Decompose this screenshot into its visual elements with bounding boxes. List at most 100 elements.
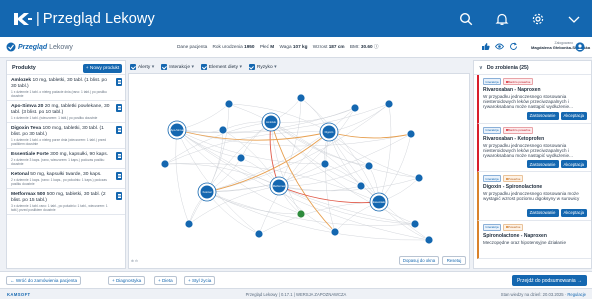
products-list: Amlozek 10 mg, tabletki, 30 tabl. (1 bli… [7,75,125,215]
accept-button[interactable]: Akceptacja [560,208,587,217]
graph-edge[interactable] [278,177,420,192]
alert-card[interactable]: Interakcja Poważne Spironolactone - Napro… [477,220,591,260]
graph-node[interactable] [236,153,246,163]
graph-edge[interactable] [164,163,280,187]
add-lifestyle-button[interactable]: + Styl życia [184,276,216,285]
filter-interactions[interactable]: Interakcje ▾ [161,64,194,70]
alert-card[interactable]: Interakcja Bardzo poważne Rivaroxaban - K… [477,123,591,173]
graph-node[interactable] [330,227,340,237]
notifications-button[interactable] [484,0,520,37]
fit-to-window-button[interactable]: Dopasuj do okna [399,256,439,265]
replace-button[interactable]: Zastosowanie [526,111,559,120]
graph-node[interactable] [364,161,374,171]
alert-type-badge: Interakcja [483,223,502,231]
document-icon[interactable] [116,192,122,200]
graph-node[interactable] [384,99,394,109]
product-item[interactable]: Ketonal 50 mg, kapsułki twarde, 30 kaps.… [7,169,125,189]
graph-node[interactable] [424,235,434,245]
eye-icon[interactable] [495,42,504,51]
footer: KAMSOFT Przegląd Lekowy | 0.17.1 | WERSJ… [0,288,592,299]
info-icon[interactable]: ⓘ [374,44,379,49]
alert-card[interactable]: Interakcja Bardzo poważne Rivaroxaban - N… [477,75,591,124]
graph-edge[interactable] [328,131,412,139]
alerts-header[interactable]: ∨ Do zrobienia (25) [474,61,591,75]
accept-button[interactable]: Akceptacja [560,160,587,169]
add-product-button[interactable]: + Nowy produkt [83,64,122,73]
product-item[interactable]: Metformax 500 500 mg, tabletki, 30 tabl.… [7,189,125,215]
graph-edge[interactable] [228,103,380,203]
document-icon[interactable] [116,126,122,134]
rules-link[interactable]: Regulacje [567,292,586,297]
graph-edge[interactable] [378,103,392,203]
drug-node-label: Digoxin [325,130,334,134]
graph-edge[interactable] [176,129,260,235]
alert-description: W przypadku jednoczesnego stosowania nie… [483,94,573,110]
graph-canvas[interactable]: Apo-Simva Amlozek Digoxin Ketonal Metformax E… [129,74,469,268]
search-button[interactable] [448,0,484,37]
product-item[interactable]: Amlozek 10 mg, tabletki, 30 tabl. (1 bli… [7,75,125,101]
filter-diet[interactable]: Element diety ▾ [200,64,242,70]
product-item[interactable]: Apo-Simva 20 20 mg, tabletki powlekane, … [7,101,125,123]
app-title: | Przegląd Lekowy [36,10,155,27]
back-to-order-button[interactable]: ← Wróć do zamówienia pacjenta [6,276,82,285]
replace-button[interactable]: Zastosowanie [526,208,559,217]
thumbs-up-icon[interactable] [481,42,490,51]
graph-edge[interactable] [278,165,370,187]
filter-alerts[interactable]: Alerty ▾ [130,64,154,70]
graph-edge[interactable] [270,107,356,123]
reset-button[interactable]: Resetuj [442,256,466,265]
graph-node[interactable] [356,181,366,191]
alert-card[interactable]: Interakcja Poważne Digoxin - Spironolacto… [477,172,591,221]
interaction-graph[interactable]: Apo-Simva Amlozek Digoxin Ketonal Metformax E… [128,73,470,269]
severity-badge: Poważne [503,223,523,231]
graph-edge[interactable] [325,131,336,233]
graph-node[interactable] [254,229,264,239]
graph-node[interactable] [406,129,416,139]
alerts-panel: ∨ Do zrobienia (25) Interakcja Bardzo powa… [473,60,592,269]
document-icon[interactable] [116,172,122,180]
graph-node[interactable] [414,173,424,183]
accept-button[interactable]: Akceptacja [560,111,587,120]
add-diagnosis-button[interactable]: + Diagnostyka [108,276,146,285]
settings-button[interactable] [520,0,556,37]
filter-risk[interactable]: Ryzyko ▾ [248,64,277,70]
graph-edge[interactable] [328,131,420,179]
document-icon[interactable] [116,78,122,86]
graph-node[interactable] [296,209,306,219]
brand-logo-icon [6,42,16,52]
product-item[interactable]: Digoxin Teva 100 mcg, tabletki, 30 tabl.… [7,123,125,149]
drug-node-label: Metformax [273,184,286,188]
graph-edge[interactable] [270,121,370,167]
go-to-summary-button[interactable]: Przejdź do podsumowania → [511,275,587,286]
add-diet-button[interactable]: + Dieta [154,276,177,285]
graph-node[interactable] [218,125,228,135]
user-avatar-icon[interactable] [575,42,585,52]
graph-node[interactable] [350,103,360,113]
document-icon[interactable] [116,152,122,160]
alert-title: Rivaroxaban - Ketoprofen [483,135,545,142]
graph-edge[interactable] [206,103,390,193]
document-icon[interactable] [116,104,122,112]
chevron-down-icon [568,16,580,23]
graph-node[interactable] [160,159,170,169]
expand-menu-button[interactable] [556,0,592,37]
chevron-down-icon: ▾ [151,64,155,70]
zoom-controls[interactable]: ⊕ ⊖ [131,259,138,263]
graph-node[interactable] [296,93,306,103]
graph-edge[interactable] [378,201,430,241]
graph-edge[interactable] [175,129,190,225]
alert-type-badge: Interakcja [483,175,502,183]
graph-edge[interactable] [378,133,412,203]
graph-node[interactable] [184,219,194,229]
graph-edge[interactable] [278,185,336,233]
refresh-icon[interactable] [509,42,518,51]
search-icon [459,12,473,25]
graph-node[interactable] [224,99,234,109]
graph-edge[interactable] [269,121,280,187]
chevron-down-icon: ▾ [239,64,242,70]
product-item[interactable]: Essentiale Forte 300 mg, kapsułki, 90 ka… [7,149,125,169]
replace-button[interactable]: Zastosowanie [526,160,559,169]
graph-edge[interactable] [258,201,380,235]
graph-node[interactable] [410,219,420,229]
graph-node[interactable] [320,159,330,169]
